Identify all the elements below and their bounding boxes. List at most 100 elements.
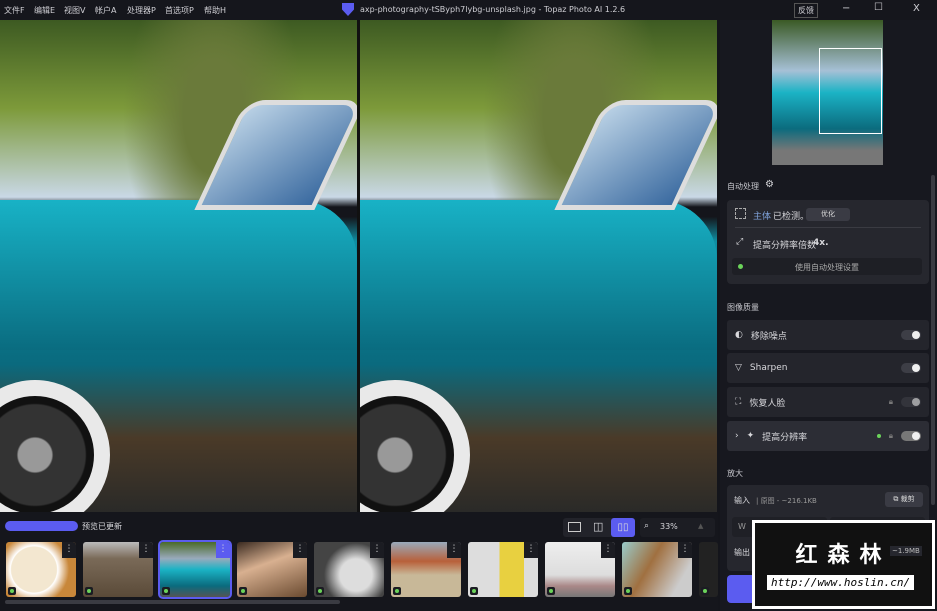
subject-detect-icon	[735, 208, 746, 219]
filter-label: Sharpen	[749, 363, 788, 373]
filter-sharpen[interactable]: ▽ Sharpen	[727, 353, 929, 383]
status-icon	[85, 587, 93, 595]
status-icon	[162, 587, 170, 595]
minimize-button[interactable]: −	[842, 3, 850, 14]
navigator-viewport[interactable]	[819, 48, 882, 134]
thumbnail-2[interactable]: ⋮	[83, 542, 153, 597]
more-icon[interactable]: ⋮	[447, 542, 461, 558]
menu-file[interactable]: 文件F	[4, 5, 25, 16]
single-view-icon[interactable]	[568, 522, 581, 532]
title-bar: 文件F 编辑E 视图V 帐户A 处理器P 首选项P 帮助H axp-photog…	[0, 0, 937, 20]
status-icon	[547, 587, 555, 595]
filter-recover-faces[interactable]: ⛶ 恢复人脸 🔒︎	[727, 387, 929, 417]
auto-processing-title: 自动处理	[727, 182, 759, 191]
crop-button[interactable]: ⧉ 裁剪	[885, 492, 923, 507]
sharpen-icon: ▽	[735, 363, 742, 373]
filter-remove-noise[interactable]: ◐ 移除噪点	[727, 320, 929, 350]
thumbnail-5[interactable]: ⋮	[314, 542, 384, 597]
upscale-factor: 4x.	[813, 238, 829, 248]
menu-preferences[interactable]: 首选项P	[165, 5, 194, 16]
navigator-thumbnail[interactable]	[772, 20, 883, 165]
auto-processing-card: 主体 已检测。 优化 ⤢ 提高分辨率倍数 4x. 使用自动处理设置	[727, 200, 929, 284]
more-icon[interactable]: ⋮	[216, 542, 230, 558]
menu-view[interactable]: 视图V	[64, 5, 85, 16]
status-icon	[624, 587, 632, 595]
window-title: axp-photography-tSByph7lybg-unsplash.jpg…	[360, 5, 626, 14]
filter-label: 恢复人脸	[749, 398, 786, 409]
side-by-side-view-icon[interactable]: ▯▯	[611, 518, 635, 537]
remove-noise-toggle[interactable]	[901, 330, 921, 340]
crop-label: 裁剪	[900, 495, 915, 503]
maximize-button[interactable]: ☐	[874, 2, 883, 13]
output-size: ~1.9MB	[890, 546, 922, 556]
thumbnail-4[interactable]: ⋮	[237, 542, 307, 597]
noise-icon: ◐	[735, 330, 743, 340]
optimize-button[interactable]: 优化	[806, 208, 850, 221]
w-label: W	[738, 522, 746, 531]
thumbnail-6[interactable]: ⋮	[391, 542, 461, 597]
filmstrip-scrollbar[interactable]	[5, 600, 340, 604]
more-icon[interactable]: ⋮	[293, 542, 307, 558]
status-icon	[701, 587, 709, 595]
panel-scrollbar[interactable]	[931, 175, 935, 505]
menu-edit[interactable]: 编辑E	[34, 5, 55, 16]
processed-preview[interactable]	[360, 20, 717, 512]
thumbnail-10[interactable]	[699, 542, 718, 597]
filter-upscale[interactable]: › ✦ 提高分辨率 🔒︎	[727, 421, 929, 451]
menu-help[interactable]: 帮助H	[204, 5, 226, 16]
active-dot-icon	[876, 434, 881, 438]
view-mode-group: ◫ ▯▯	[563, 518, 635, 537]
sharpen-toggle[interactable]	[901, 363, 921, 373]
more-icon[interactable]: ⋮	[139, 542, 153, 558]
watermark-overlay: 红森林 http://www.hoslin.cn/	[752, 520, 935, 609]
enlarge-title: 放大	[727, 469, 743, 478]
feedback-button[interactable]: 反馈	[794, 3, 818, 18]
zoom-control[interactable]: ⌕ 33% ▲	[640, 518, 715, 537]
subject-detected-text: 已检测。	[773, 212, 810, 222]
face-icon: ⛶	[735, 397, 742, 407]
thumbnail-1[interactable]: ⋮	[6, 542, 76, 597]
more-icon[interactable]: ⋮	[601, 542, 615, 558]
original-preview[interactable]	[0, 20, 357, 512]
recover-faces-toggle[interactable]	[901, 397, 921, 407]
status-icon	[393, 587, 401, 595]
sparkle-icon: ✦	[746, 431, 755, 441]
zoom-icon: ⌕	[644, 521, 650, 531]
use-auto-settings-button[interactable]: 使用自动处理设置	[732, 258, 922, 275]
thumbnail-3-selected[interactable]: ⋮	[158, 540, 232, 599]
more-icon[interactable]: ⋮	[678, 542, 692, 558]
input-info: | 原图 - ~216.1KB	[756, 497, 817, 505]
chevron-right-icon[interactable]: ›	[735, 431, 739, 441]
thumbnail-9[interactable]: ⋮	[622, 542, 692, 597]
split-view-icon[interactable]: ◫	[593, 520, 603, 533]
expand-arrows-icon: ⤢	[736, 237, 744, 247]
zoom-level: 33%	[660, 522, 678, 531]
more-icon[interactable]: ⋮	[370, 542, 384, 558]
close-button[interactable]: X	[913, 3, 920, 14]
status-icon	[239, 587, 247, 595]
status-icon	[8, 587, 16, 595]
filter-label: 移除噪点	[750, 331, 787, 342]
lock-icon: 🔒︎	[888, 431, 893, 440]
filter-label: 提高分辨率	[762, 432, 808, 443]
lock-icon: 🔒︎	[888, 397, 893, 406]
menu-processor[interactable]: 处理器P	[127, 5, 156, 16]
status-icon	[470, 587, 478, 595]
upscale-note: 提高分辨率倍数	[753, 241, 817, 251]
gear-icon[interactable]: ⚙	[765, 179, 774, 190]
image-quality-title: 图像质量	[727, 303, 759, 312]
subject-label[interactable]: 主体	[753, 209, 771, 222]
status-text: 预览已更新	[82, 522, 122, 531]
output-label: 输出	[734, 548, 750, 557]
menu-account[interactable]: 帐户A	[95, 5, 116, 16]
progress-bar	[5, 521, 78, 531]
upscale-toggle[interactable]	[901, 431, 921, 441]
thumbnail-8[interactable]: ⋮	[545, 542, 615, 597]
more-icon[interactable]: ⋮	[62, 542, 76, 558]
more-icon[interactable]: ⋮	[524, 542, 538, 558]
status-icon	[316, 587, 324, 595]
use-auto-settings-label: 使用自动处理设置	[795, 263, 859, 272]
app-logo-icon	[342, 3, 354, 16]
thumbnail-7[interactable]: ⋮	[468, 542, 538, 597]
chevron-up-icon[interactable]: ▲	[698, 522, 703, 530]
